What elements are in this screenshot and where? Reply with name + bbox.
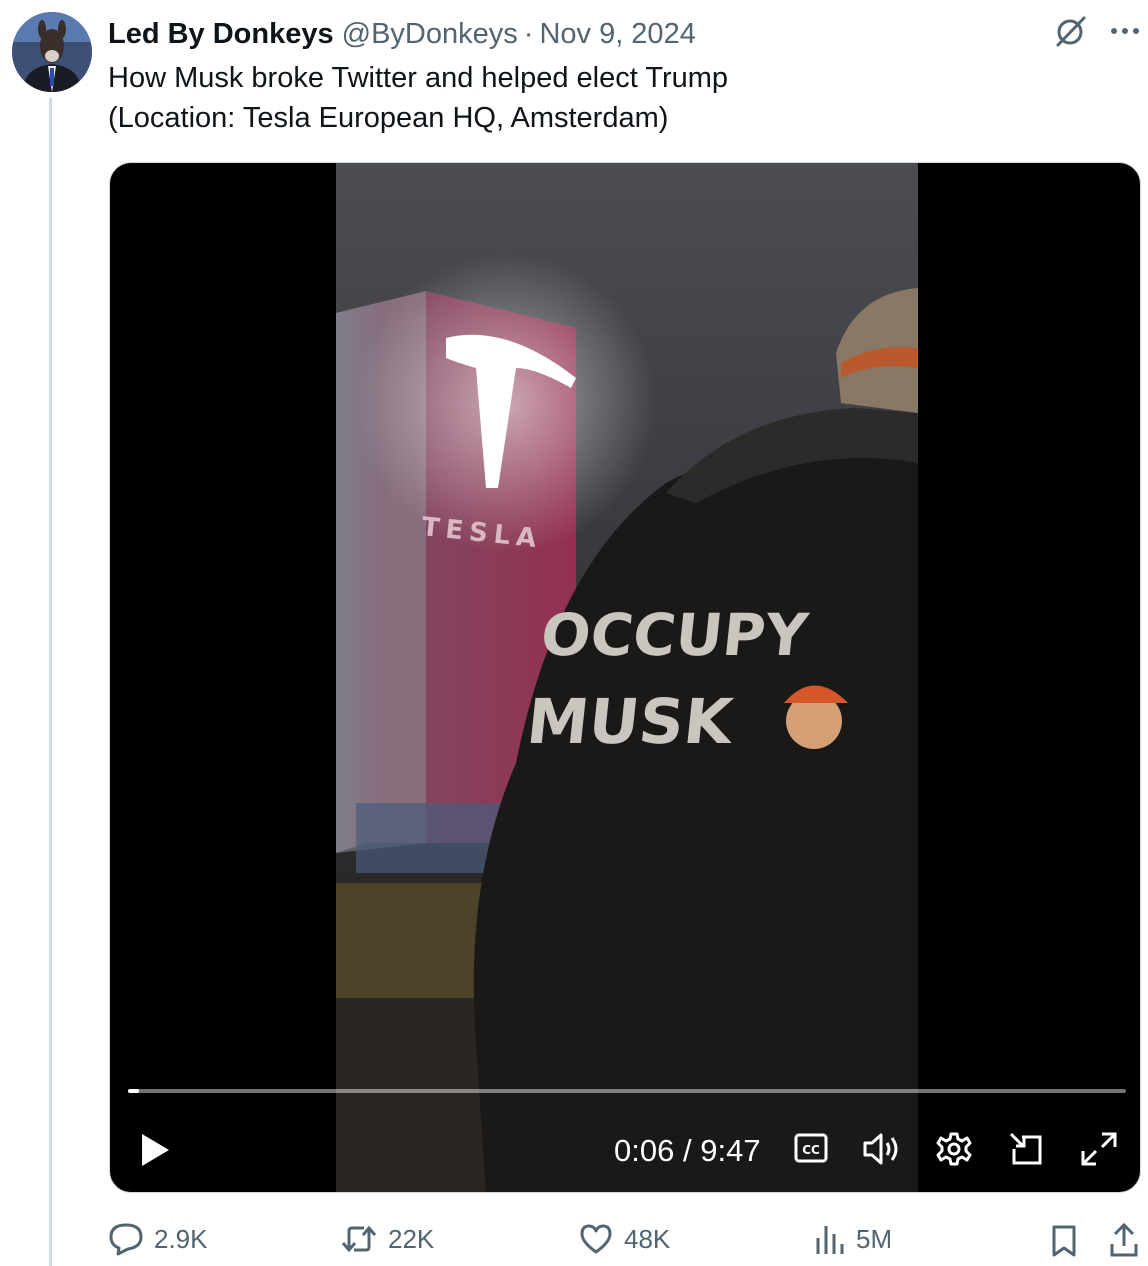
settings-icon[interactable] [936,1131,972,1167]
tweet-text-line: (Location: Tesla European HQ, Amsterdam) [108,102,669,134]
video-time: 0:06 / 9:47 [614,1129,761,1173]
fullscreen-icon[interactable] [1080,1131,1118,1167]
reply-count: 2.9K [154,1223,208,1254]
play-icon[interactable] [140,1133,170,1167]
tweet-top-icons [1054,14,1140,48]
like-icon [578,1222,614,1256]
duration: 9:47 [700,1133,761,1168]
grok-icon[interactable] [1054,14,1088,48]
bookmark-icon [1050,1224,1078,1258]
repost-button[interactable]: 22K [340,1222,434,1256]
share-button[interactable] [1108,1222,1140,1258]
video-progress-fill [128,1089,139,1093]
video-progress-bar[interactable] [128,1089,1126,1093]
video-frame: OCCUPY MUSK TESLA [336,163,918,1192]
jacket-text-musk: MUSK [523,685,738,758]
current-time: 0:06 [614,1133,675,1168]
volume-icon[interactable] [862,1131,902,1167]
more-icon[interactable] [1110,26,1140,36]
repost-count: 22K [388,1223,435,1254]
views-count: 5M [856,1223,893,1254]
pip-icon[interactable] [1008,1131,1044,1167]
bookmark-button[interactable] [1050,1224,1078,1258]
separator: · [523,17,534,50]
video-controls: 0:06 / 9:47 CC [110,1123,1140,1179]
captions-icon[interactable]: CC [794,1131,828,1165]
repost-icon [340,1222,378,1256]
views-icon [814,1222,846,1256]
video-player[interactable]: OCCUPY MUSK TESLA 0:06 / 9:47 CC [109,162,1141,1193]
author-handle[interactable]: @ByDonkeys [342,18,518,51]
tweet-text-line: How Musk broke Twitter and helped elect … [108,62,729,94]
avatar[interactable] [12,12,92,92]
like-count: 48K [624,1223,671,1254]
action-bar: 2.9K 22K 48K 5M [108,1222,1148,1262]
svg-text:CC: CC [802,1143,820,1157]
author-name[interactable]: Led By Donkeys [108,18,334,51]
views-button[interactable]: 5M [814,1222,892,1256]
share-icon [1108,1222,1140,1258]
tweet-text: How Musk broke Twitter and helped elect … [108,58,728,138]
time-separator: / [682,1133,692,1168]
like-button[interactable]: 48K [578,1222,670,1256]
jacket-text-occupy: OCCUPY [538,601,812,669]
tweet-header: Led By Donkeys @ByDonkeys · Nov 9, 2024 [108,14,696,54]
reply-icon [108,1222,144,1256]
tweet-date[interactable]: Nov 9, 2024 [539,18,695,51]
thread-line [49,98,52,1266]
reply-button[interactable]: 2.9K [108,1222,208,1256]
